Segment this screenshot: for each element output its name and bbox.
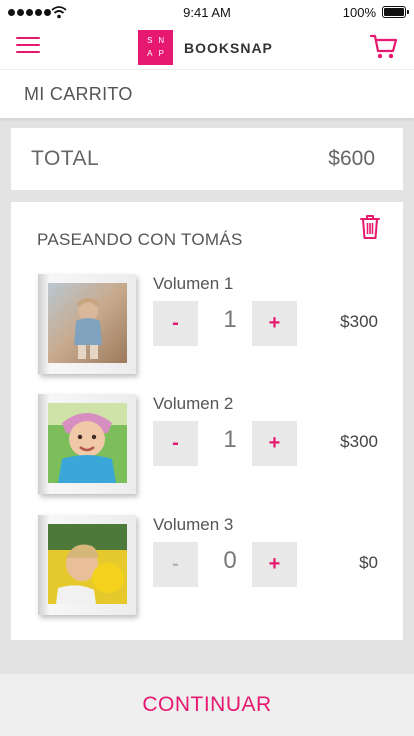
increase-quantity-button[interactable]: + xyxy=(252,301,297,346)
item-price: $300 xyxy=(340,312,378,331)
logo-letter-p: P xyxy=(158,48,164,58)
decrease-quantity-button[interactable]: - xyxy=(153,542,198,587)
menu-icon[interactable] xyxy=(16,37,40,57)
increase-quantity-button[interactable]: + xyxy=(252,421,297,466)
page-title: MI CARRITO xyxy=(24,84,133,104)
cart-icon[interactable] xyxy=(370,34,398,60)
battery-icon xyxy=(382,6,409,18)
logo-letter-a: A xyxy=(147,48,153,58)
cart-items-card: PASEANDO CON TOMÁS Volumen 1 - 1 + $300 … xyxy=(11,202,403,640)
volume-label: Volumen 3 xyxy=(153,515,234,534)
logo-letter-s: S xyxy=(147,36,153,46)
brand-name: BOOKSNAP xyxy=(184,40,273,56)
total-card: TOTAL $600 xyxy=(11,128,403,190)
snap-logo: S N A P xyxy=(138,30,173,65)
continue-button[interactable]: CONTINUAR xyxy=(0,674,414,736)
item-price: $300 xyxy=(340,432,378,451)
cart-item-volume-2: Volumen 2 - 1 + $300 xyxy=(11,394,403,504)
book-title: PASEANDO CON TOMÁS xyxy=(37,230,243,249)
quantity-value: 0 xyxy=(223,547,237,574)
logo-letter-n: N xyxy=(158,36,165,46)
book-cover xyxy=(38,274,136,374)
volume-label: Volumen 2 xyxy=(153,394,234,413)
increase-quantity-button[interactable]: + xyxy=(252,542,297,587)
trash-icon[interactable] xyxy=(359,214,381,240)
book-cover xyxy=(38,515,136,615)
decrease-quantity-button[interactable]: - xyxy=(153,301,198,346)
quantity-value: 1 xyxy=(223,306,237,333)
cover-photo-smiling-toddler xyxy=(48,403,127,483)
cart-item-volume-3: Volumen 3 - 0 + $0 xyxy=(11,515,403,625)
quantity-value: 1 xyxy=(223,426,237,453)
decrease-quantity-button[interactable]: - xyxy=(153,421,198,466)
item-price: $0 xyxy=(359,553,378,572)
volume-label: Volumen 1 xyxy=(153,274,234,293)
status-bar: 9:41 AM 100% xyxy=(0,0,414,26)
total-label: TOTAL xyxy=(31,147,100,170)
book-cover xyxy=(38,394,136,494)
cover-photo-child-with-balloon xyxy=(48,524,127,604)
page-title-bar: MI CARRITO xyxy=(0,70,414,118)
cart-item-volume-1: Volumen 1 - 1 + $300 xyxy=(11,274,403,384)
battery-percentage: 100% xyxy=(342,5,376,20)
cover-photo-child-outdoors xyxy=(48,283,127,363)
total-amount: $600 xyxy=(328,147,375,170)
app-header: S N A P BOOKSNAP xyxy=(0,26,414,70)
